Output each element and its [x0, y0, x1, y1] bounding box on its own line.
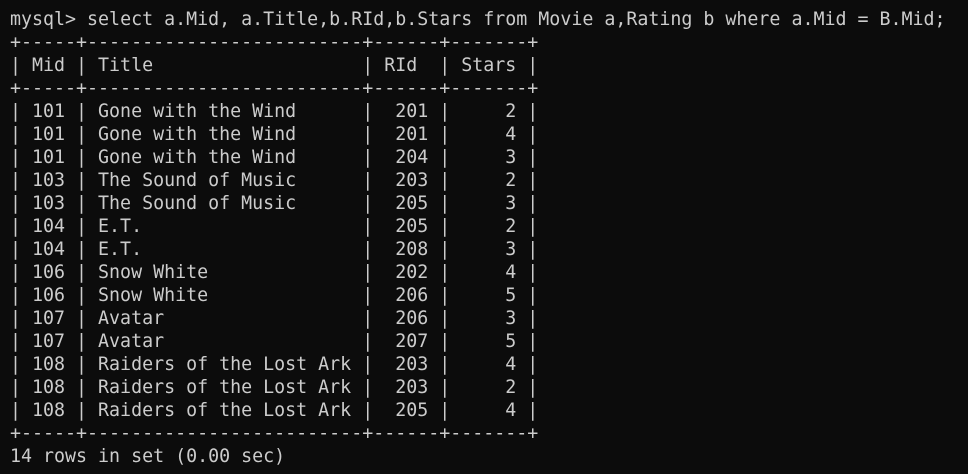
table-row: | 103 | The Sound of Music | 205 | 3 | [10, 193, 539, 214]
table-row: | 101 | Gone with the Wind | 204 | 3 | [10, 147, 539, 168]
table-row: | 108 | Raiders of the Lost Ark | 203 | … [10, 354, 539, 375]
table-row: | 108 | Raiders of the Lost Ark | 205 | … [10, 400, 539, 421]
sql-command: select a.Mid, a.Title,b.RId,b.Stars from… [87, 9, 946, 30]
table-row: | 106 | Snow White | 206 | 5 | [10, 285, 539, 306]
table-header: | Mid | Title | RId | Stars | [10, 55, 539, 76]
table-row: | 101 | Gone with the Wind | 201 | 2 | [10, 101, 539, 122]
mysql-prompt: mysql> [10, 9, 88, 30]
table-border-bottom: +-----+-------------------------+------+… [10, 423, 539, 444]
table-row: | 101 | Gone with the Wind | 201 | 4 | [10, 124, 539, 145]
table-row: | 106 | Snow White | 202 | 4 | [10, 262, 539, 283]
result-status: 14 rows in set (0.00 sec) [10, 446, 286, 467]
terminal-window[interactable]: mysql> select a.Mid, a.Title,b.RId,b.Sta… [0, 0, 968, 474]
command-line: mysql> select a.Mid, a.Title,b.RId,b.Sta… [10, 8, 968, 31]
table-row: | 104 | E.T. | 208 | 3 | [10, 239, 539, 260]
table-row: | 108 | Raiders of the Lost Ark | 203 | … [10, 377, 539, 398]
table-border-top: +-----+-------------------------+------+… [10, 32, 539, 53]
table-row: | 107 | Avatar | 207 | 5 | [10, 331, 539, 352]
table-row: | 107 | Avatar | 206 | 3 | [10, 308, 539, 329]
table-row: | 104 | E.T. | 205 | 2 | [10, 216, 539, 237]
table-border-middle: +-----+-------------------------+------+… [10, 78, 539, 99]
table-row: | 103 | The Sound of Music | 203 | 2 | [10, 170, 539, 191]
